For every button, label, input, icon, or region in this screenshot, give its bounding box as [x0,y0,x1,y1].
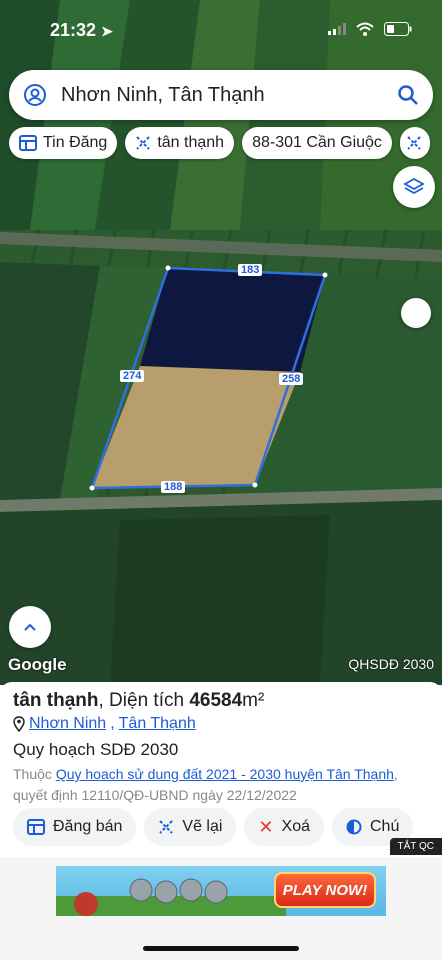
search-bar[interactable]: Nhơn Ninh, Tân Thạnh [9,70,433,120]
wifi-icon [356,22,374,36]
close-icon: ✕ [258,816,274,837]
edge-length-left: 274 [120,370,145,382]
edge-length-top: 183 [238,264,263,276]
expand-sheet-button[interactable] [9,606,51,648]
address-row: Nhơn Ninh, Tân Thạnh [13,715,196,733]
search-icon[interactable] [397,84,419,106]
layers-icon [403,177,425,195]
close-ad-button[interactable]: TẮT QC [389,838,442,855]
home-indicator [143,946,299,951]
play-now-button[interactable]: PLAY NOW! [274,872,376,908]
location-arrow-icon: ➤ [101,23,113,39]
edge-length-right: 258 [279,373,304,385]
ad-banner[interactable]: PLAY NOW! [56,866,386,916]
chip-tin-dang[interactable]: Tin Đăng [9,127,118,159]
status-time: 21:32 ➤ [50,20,113,40]
parcel-info-sheet: tân thạnh, Diện tích 46584m² Nhơn Ninh, … [0,682,442,857]
chip-tan-thanh[interactable]: tân thạnh [125,127,235,159]
battery-icon [384,22,412,36]
listing-icon [19,135,37,151]
profile-icon[interactable] [23,83,47,107]
action-buttons: Đăng bán Vẽ lại ✕ Xoá Chú [13,808,414,846]
status-bar: 21:32 ➤ [0,0,442,60]
chevron-up-icon [24,623,36,631]
parcel-title: tân thạnh, Diện tích 46584m² [13,690,265,711]
ad-artwork [56,878,286,916]
listing-icon [27,819,45,835]
post-sale-button[interactable]: Đăng bán [13,808,137,846]
redraw-button[interactable]: Vẽ lại [144,808,237,846]
plan-link[interactable]: Quy hoach sử dung đất 2021 - 2030 huyện … [56,766,394,782]
district-link[interactable]: Tân Thạnh [119,715,196,733]
commune-link[interactable]: Nhơn Ninh [29,715,106,733]
location-pin-icon [13,716,25,732]
pin-tool-icon [407,136,421,150]
plan-description: Thuộc Quy hoach sử dung đất 2021 - 2030 … [13,766,398,803]
google-attribution: Google [8,655,67,674]
pin-tool-icon [136,136,151,150]
filter-chips: Tin Đăng tân thạnh 88-301 Cần Giuộc [9,127,430,159]
layers-button[interactable] [393,166,435,208]
ad-area: PLAY NOW! [0,857,442,960]
chip-can-giuoc[interactable]: 88-301 Cần Giuộc [242,127,392,159]
overlay-label: QHSDĐ 2030 [348,656,434,672]
edge-length-bottom: 188 [161,481,186,493]
delete-button[interactable]: ✕ Xoá [244,808,324,846]
search-input[interactable]: Nhơn Ninh, Tân Thạnh [61,84,397,107]
chip-more[interactable] [399,127,430,159]
map-handle-button[interactable] [401,298,431,328]
contrast-icon [346,819,362,835]
cellular-signal-icon [328,23,346,35]
plan-title: Quy hoạch SDĐ 2030 [13,740,179,759]
redraw-icon [159,820,174,834]
